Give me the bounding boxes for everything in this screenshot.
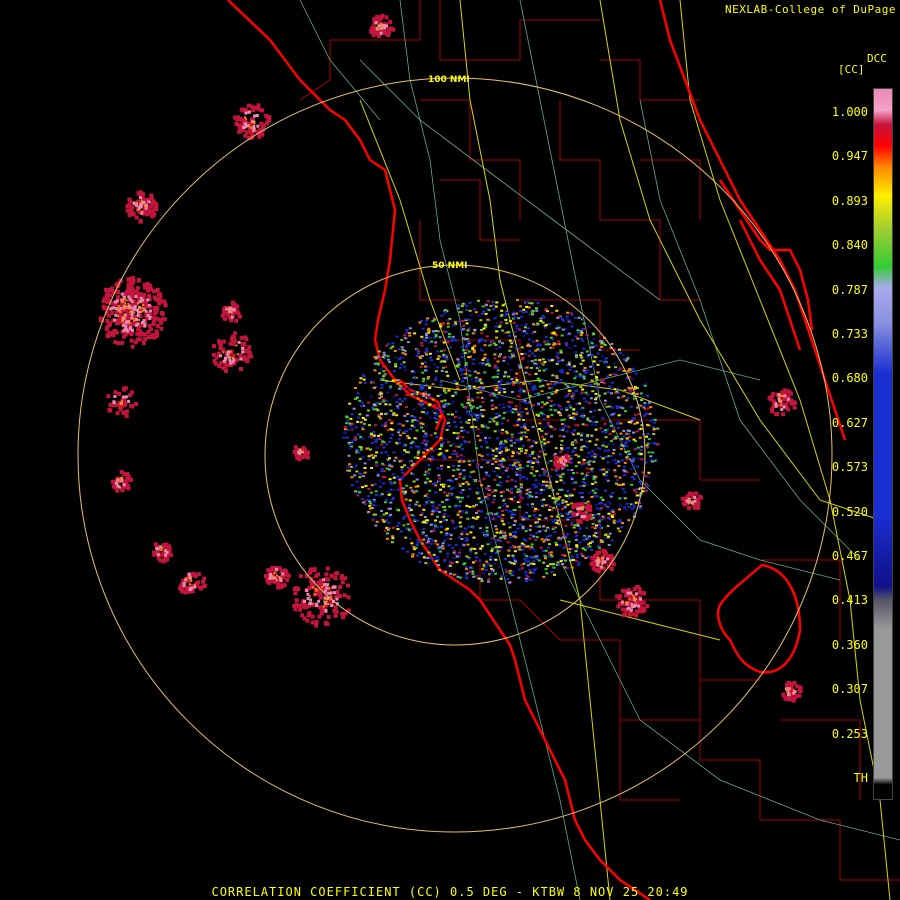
- color-scale-label: 0.680: [831, 371, 868, 386]
- color-scale-label: 0.253: [831, 726, 868, 741]
- range-ring-label-100: 100 NMI: [428, 75, 470, 85]
- color-scale-label: 0.840: [831, 238, 868, 253]
- credit-label: NEXLAB-College of DuPage: [725, 3, 896, 16]
- color-scale-label: 0.627: [831, 415, 868, 430]
- radar-map: 50 NMI 100 NMI: [0, 0, 900, 900]
- color-scale-label: 0.467: [831, 549, 868, 563]
- color-scale-label: 0.573: [831, 460, 868, 475]
- color-scale-label: 0.787: [831, 282, 868, 297]
- color-scale-label: 0.360: [831, 637, 868, 652]
- color-scale-label: 0.307: [831, 682, 868, 697]
- color-scale-label: 0.413: [831, 593, 868, 608]
- product-caption: CORRELATION COEFFICIENT (CC) 0.5 DEG - K…: [211, 885, 689, 899]
- product-unit: [CC]: [838, 63, 865, 76]
- color-scale-label: 1.000: [831, 105, 868, 119]
- color-scale-label: 0.947: [831, 149, 868, 164]
- color-scale-label: 0.733: [831, 327, 868, 341]
- color-scale-bar: [873, 88, 893, 800]
- color-scale-label: TH: [853, 771, 868, 785]
- range-ring-label-50: 50 NMI: [432, 261, 468, 271]
- product-code: DCC: [867, 52, 887, 65]
- color-scale-label: 0.893: [831, 193, 868, 208]
- color-scale-label: 0.520: [831, 504, 868, 519]
